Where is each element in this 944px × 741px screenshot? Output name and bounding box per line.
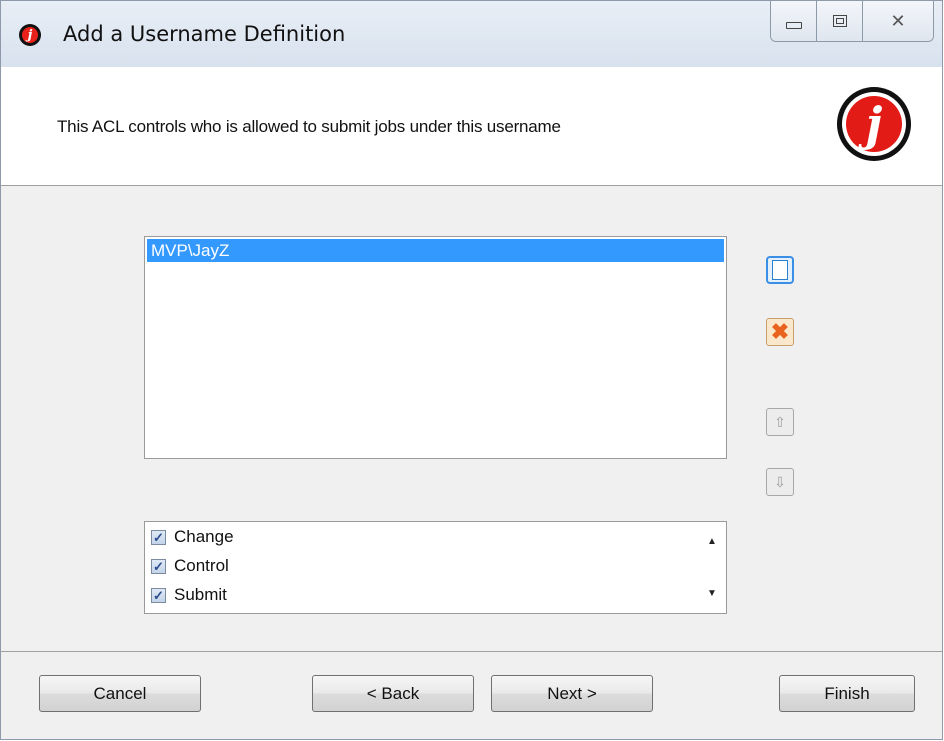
- user-list-item[interactable]: MVP\JayZ: [147, 239, 724, 262]
- minimize-button[interactable]: [771, 1, 817, 41]
- arrow-up-icon: ⇧: [774, 414, 786, 430]
- logo-ring: j: [842, 92, 906, 156]
- caption-buttons: ✕: [770, 1, 934, 42]
- move-up-button[interactable]: ⇧: [766, 408, 794, 436]
- app-icon: j: [19, 24, 41, 46]
- finish-button[interactable]: Finish: [779, 675, 915, 712]
- logo-letter: j: [846, 96, 902, 152]
- cancel-button[interactable]: Cancel: [39, 675, 201, 712]
- move-down-button[interactable]: ⇩: [766, 468, 794, 496]
- next-button[interactable]: Next >: [491, 675, 653, 712]
- arrow-down-icon: ⇩: [774, 474, 786, 490]
- scroll-down-arrow-icon[interactable]: ▼: [698, 588, 726, 599]
- header-description: This ACL controls who is allowed to subm…: [57, 117, 561, 136]
- add-user-button[interactable]: [766, 256, 794, 284]
- title-bar[interactable]: j Add a Username Definition ✕: [1, 1, 942, 67]
- permission-item-control[interactable]: ✓ Control: [151, 553, 229, 579]
- logo: j: [837, 87, 911, 161]
- app-icon-letter: j: [22, 27, 38, 43]
- permission-label: Control: [174, 556, 229, 575]
- close-button[interactable]: ✕: [863, 1, 933, 41]
- header-panel: This ACL controls who is allowed to subm…: [1, 67, 942, 186]
- scroll-up-arrow-icon[interactable]: ▲: [698, 536, 726, 547]
- delete-user-button[interactable]: ✖: [766, 318, 794, 346]
- back-button[interactable]: < Back: [312, 675, 474, 712]
- new-document-icon: [772, 260, 788, 280]
- footer-bar: Cancel < Back Next > Finish: [1, 651, 942, 739]
- checkbox-change[interactable]: ✓: [151, 529, 166, 545]
- checkbox-submit[interactable]: ✓: [151, 587, 166, 603]
- maximize-button[interactable]: [817, 1, 863, 41]
- permission-item-change[interactable]: ✓ Change: [151, 524, 234, 550]
- permission-item-submit[interactable]: ✓ Submit: [151, 582, 227, 608]
- close-icon: ✕: [890, 10, 906, 31]
- permission-label: Submit: [174, 585, 227, 604]
- content-area: MVP\JayZ ✖ ⇧ ⇩ ✓ Change ✓ Control ✓ Subm: [1, 186, 942, 651]
- user-list[interactable]: MVP\JayZ: [144, 236, 727, 459]
- permission-scrollbar[interactable]: ▲ ▼: [698, 522, 726, 613]
- window-title: Add a Username Definition: [63, 22, 346, 46]
- minimize-icon: [785, 21, 802, 29]
- permission-label: Change: [174, 527, 234, 546]
- delete-x-icon: ✖: [770, 319, 790, 344]
- dialog-window: j Add a Username Definition ✕ This ACL c…: [0, 0, 943, 740]
- permission-list[interactable]: ✓ Change ✓ Control ✓ Submit ▲ ▼: [144, 521, 727, 614]
- checkbox-control[interactable]: ✓: [151, 558, 166, 574]
- maximize-icon: [832, 15, 847, 27]
